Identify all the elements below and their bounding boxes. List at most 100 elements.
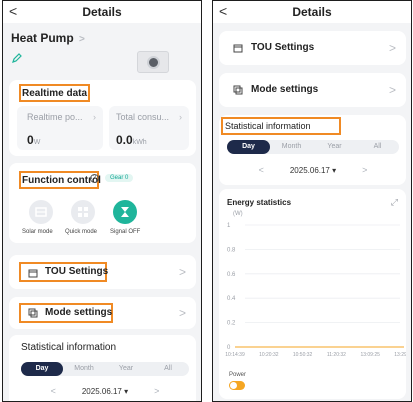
signal-label: Signal OFF <box>110 229 141 235</box>
signal-icon <box>121 207 129 217</box>
device-chevron-icon: > <box>79 34 85 45</box>
page-title: Details <box>82 5 122 19</box>
date-value: 2025.06.17 <box>289 165 330 175</box>
y-tick-label: 0.6 <box>227 272 236 278</box>
mode-label: Mode settings <box>251 84 319 95</box>
consumption-value: 0.0 <box>116 133 133 147</box>
toggle-knob <box>230 382 237 389</box>
date-selector: < 2025.06.17 ▾ > <box>21 386 189 396</box>
date-selector: < 2025.06.17 ▾ > <box>227 165 399 175</box>
tab-day[interactable]: Day <box>21 362 63 376</box>
date-value: 2025.06.17 <box>81 386 122 396</box>
heat-pump-image <box>137 51 169 73</box>
tab-all[interactable]: All <box>147 362 189 376</box>
y-tick-label: 0.2 <box>227 321 236 327</box>
tou-label: TOU Settings <box>251 42 315 53</box>
function-control-title: Function control <box>22 175 101 186</box>
x-tick-label: 13:29:27 <box>394 352 406 358</box>
left-phone-screen: < Details Heat Pump > Realtime data Real… <box>2 0 202 402</box>
x-tick-label: 10:14:39 <box>225 352 245 358</box>
power-value: 0 <box>27 133 34 147</box>
y-tick-label: 0.4 <box>227 296 236 302</box>
calendar-settings-icon <box>233 44 243 53</box>
right-phone-screen: < Details TOU Settings > Mode settings >… <box>212 0 412 402</box>
tab-month[interactable]: Month <box>63 362 105 376</box>
dropdown-icon: ▾ <box>332 165 337 175</box>
tab-year[interactable]: Year <box>105 362 147 376</box>
chevron-right-icon: > <box>388 41 396 55</box>
tou-settings-row[interactable]: TOU Settings > <box>219 31 406 65</box>
tou-label: TOU Settings <box>45 266 109 277</box>
next-date-button[interactable]: > <box>154 386 159 396</box>
device-name[interactable]: Heat Pump > <box>11 31 85 45</box>
screenshot-root: < Details Heat Pump > Realtime data Real… <box>0 0 413 402</box>
gear-badge: Gear 0 <box>105 174 134 182</box>
mode-label: Mode settings <box>45 307 113 318</box>
solar-mode-button[interactable] <box>29 200 53 224</box>
total-consumption-value: 0.0kWh <box>116 131 147 149</box>
mode-icon <box>233 85 243 95</box>
quick-mode-label: Quick mode <box>65 229 98 235</box>
solar-mode-label: Solar mode <box>22 229 53 235</box>
prev-date-button[interactable]: < <box>51 386 56 396</box>
y-tick-label: 0 <box>227 345 231 351</box>
realtime-power-value: 0W <box>27 131 40 149</box>
realtime-card: Realtime data Realtime po... › 0W Total … <box>9 80 196 156</box>
energy-chart: 0 0.2 0.4 0.6 0.8 1 10:14:39 10:20:32 10:50:32 11… <box>225 223 406 358</box>
stats-title: Statistical information <box>225 121 311 131</box>
expand-icon[interactable]: ⤢ <box>391 197 398 208</box>
tab-day[interactable]: Day <box>227 140 270 154</box>
consumption-unit: kWh <box>132 139 147 146</box>
x-tick-label: 11:20:32 <box>327 352 346 358</box>
fan-icon <box>147 56 160 69</box>
power-unit: W <box>33 139 41 146</box>
realtime-title: Realtime data <box>22 88 88 99</box>
chevron-right-icon: > <box>178 265 186 279</box>
period-tabs: Day Month Year All <box>227 140 399 154</box>
stats-title: Statistical information <box>21 342 117 353</box>
date-picker[interactable]: 2025.06.17 ▾ <box>82 387 128 396</box>
date-picker[interactable]: 2025.06.17 ▾ <box>290 166 336 175</box>
y-tick-label: 0.8 <box>227 247 236 253</box>
x-tick-label: 10:20:32 <box>259 352 279 358</box>
mode-settings-row[interactable]: Mode settings > <box>9 297 196 329</box>
realtime-power-label: Realtime po... <box>27 112 83 122</box>
y-unit-label: (W) <box>233 211 243 217</box>
page-title: Details <box>292 5 332 19</box>
total-consumption-label: Total consu... <box>116 112 170 122</box>
chevron-right-icon: › <box>93 112 96 122</box>
total-consumption-tile[interactable]: Total consu... › 0.0kWh <box>109 106 189 150</box>
chevron-right-icon: › <box>179 112 182 122</box>
next-date-button[interactable]: > <box>362 165 367 175</box>
nav-bar: < Details <box>213 1 411 23</box>
chevron-right-icon: > <box>388 83 396 97</box>
stats-card: Statistical information Day Month Year A… <box>9 335 196 401</box>
prev-date-button[interactable]: < <box>259 165 264 175</box>
y-tick-label: 1 <box>227 223 231 229</box>
nav-bar: < Details <box>3 1 201 23</box>
info-icon[interactable]: ? <box>90 174 99 183</box>
solar-mode-icon <box>35 207 47 217</box>
dropdown-icon: ▾ <box>124 386 129 396</box>
mode-icon <box>28 308 38 318</box>
mode-settings-row[interactable]: Mode settings > <box>219 73 406 107</box>
x-tick-label: 13:09:25 <box>360 352 380 358</box>
signal-button[interactable] <box>113 200 137 224</box>
chevron-right-icon: > <box>178 306 186 320</box>
edit-icon[interactable] <box>12 50 22 63</box>
quick-mode-icon <box>78 207 88 217</box>
energy-stats-title: Energy statistics <box>227 198 292 207</box>
calendar-settings-icon <box>28 269 38 278</box>
power-toggle[interactable] <box>229 381 245 390</box>
function-control-card: Function control ? Gear 0 Solar mode Qui… <box>9 163 196 243</box>
tou-settings-row[interactable]: TOU Settings > <box>9 255 196 289</box>
energy-stats-card: Energy statistics ⤢ (W) 0 0.2 0.4 0.6 0.8 1 10… <box>219 189 406 399</box>
x-tick-label: 10:50:32 <box>293 352 313 358</box>
quick-mode-button[interactable] <box>71 200 95 224</box>
tab-year[interactable]: Year <box>313 140 356 154</box>
legend-label: Power <box>229 372 247 378</box>
realtime-power-tile[interactable]: Realtime po... › 0W <box>17 106 103 150</box>
device-name-label: Heat Pump <box>11 31 74 45</box>
tab-all[interactable]: All <box>356 140 399 154</box>
tab-month[interactable]: Month <box>270 140 313 154</box>
